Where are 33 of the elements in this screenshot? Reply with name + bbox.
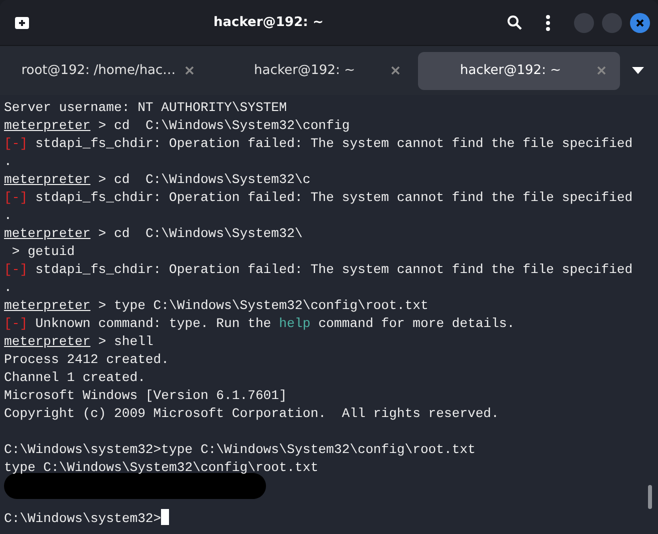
terminal-line: [-] Unknown command: type. Run the help command for more details.: [4, 316, 515, 331]
command-prompt: C:\Windows\system32>: [4, 511, 162, 526]
text-cursor: [161, 509, 170, 525]
terminal-line: Copyright (c) 2009 Microsoft Corporation. All rights reserved.: [4, 406, 500, 421]
window-title: hacker@192: ~: [213, 14, 324, 30]
close-icon: [636, 18, 644, 26]
terminal-line: [-] stdapi_fs_chdir: Operation failed: The system cannot find the file specified: [4, 262, 633, 277]
terminal-line: meterpreter > shell: [4, 334, 154, 349]
terminal-line: [-] stdapi_fs_chdir: Operation failed: The system cannot find the file specified: [4, 190, 633, 205]
terminal-line: Process 2412 created.: [4, 352, 170, 367]
terminal-line: Channel 1 created.: [4, 370, 146, 385]
terminal-line: .: [4, 208, 12, 223]
terminal-line: C:\Windows\system32>type C:\Windows\System32\config\root.txt: [4, 442, 476, 457]
terminal-line: meterpreter > cd C:\Windows\System32\c: [4, 172, 310, 187]
terminal-tab[interactable]: hacker@192: ~: [212, 52, 414, 90]
close-button[interactable]: [630, 12, 650, 32]
terminal-line: Microsoft Windows [Version 6.1.7601]: [4, 388, 287, 403]
terminal-line: meterpreter > cd C:\Windows\System32\: [4, 226, 303, 241]
terminal-line: Server username: NT AUTHORITY\SYSTEM: [4, 100, 287, 115]
tab-dropdown-icon[interactable]: [632, 67, 644, 74]
terminal-line: .: [4, 154, 12, 169]
terminal-line: [-] stdapi_fs_chdir: Operation failed: The system cannot find the file specified: [4, 136, 633, 151]
terminal-line: type C:\Windows\System32\config\root.txt: [4, 460, 318, 475]
terminal-line: > getuid: [10, 244, 75, 259]
terminal-line: .: [4, 280, 12, 295]
menu-icon[interactable]: [546, 14, 550, 30]
scrollbar-thumb[interactable]: [648, 485, 652, 509]
search-icon[interactable]: [507, 15, 522, 30]
new-tab-icon[interactable]: [14, 16, 30, 30]
terminal-tab[interactable]: hacker@192: ~: [418, 52, 620, 90]
terminal-line: meterpreter > type C:\Windows\System32\config\root.txt: [4, 298, 428, 313]
terminal-tab[interactable]: root@192: /home/hac…: [6, 52, 208, 90]
terminal-line: meterpreter > cd C:\Windows\System32\config: [4, 118, 350, 133]
